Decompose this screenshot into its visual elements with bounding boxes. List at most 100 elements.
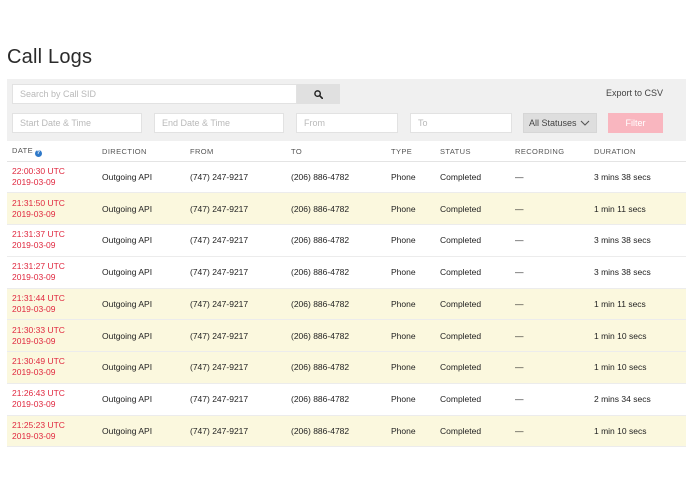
call-date[interactable]: 2019-03-09 — [12, 272, 102, 283]
from-input[interactable] — [296, 113, 398, 133]
call-time[interactable]: 21:26:43 UTC — [12, 388, 102, 399]
help-icon[interactable]: ? — [35, 149, 43, 157]
recording-cell: — — [515, 161, 594, 194]
search-button[interactable] — [297, 84, 340, 104]
export-csv-link[interactable]: Export to CSV — [606, 88, 663, 98]
table-row[interactable]: 21:25:23 UTC 2019-03-09 Outgoing API (747) … — [7, 415, 686, 448]
recording-cell: — — [515, 288, 594, 321]
table-row[interactable]: 21:31:44 UTC 2019-03-09 Outgoing API (747) … — [7, 288, 686, 321]
call-date[interactable]: 2019-03-09 — [12, 399, 102, 410]
direction-cell: Outgoing API — [102, 288, 190, 321]
search-icon — [314, 89, 323, 99]
filter-button[interactable]: Filter — [608, 113, 663, 133]
date-cell[interactable]: 21:25:23 UTC 2019-03-09 — [7, 415, 102, 448]
date-cell[interactable]: 21:31:27 UTC 2019-03-09 — [7, 256, 102, 289]
date-cell[interactable]: 22:00:30 UTC 2019-03-09 — [7, 161, 102, 194]
table-row[interactable]: 21:31:50 UTC 2019-03-09 Outgoing API (747) … — [7, 192, 686, 225]
type-cell: Phone — [391, 192, 440, 225]
start-date-input[interactable] — [12, 113, 142, 133]
call-date[interactable]: 2019-03-09 — [12, 177, 102, 188]
to-cell: (206) 886-4782 — [291, 415, 391, 448]
to-cell: (206) 886-4782 — [291, 288, 391, 321]
column-header-from: FROM — [190, 142, 291, 162]
page-title: Call Logs — [7, 46, 93, 68]
date-cell[interactable]: 21:30:33 UTC 2019-03-09 — [7, 319, 102, 352]
call-date[interactable]: 2019-03-09 — [12, 336, 102, 347]
table-row[interactable]: 21:30:49 UTC 2019-03-09 Outgoing API (747) … — [7, 351, 686, 384]
type-cell: Phone — [391, 319, 440, 352]
column-header-duration: DURATION — [594, 142, 686, 162]
date-cell[interactable]: 21:31:37 UTC 2019-03-09 — [7, 224, 102, 257]
call-date[interactable]: 2019-03-09 — [12, 209, 102, 220]
call-time[interactable]: 21:31:37 UTC — [12, 229, 102, 240]
to-cell: (206) 886-4782 — [291, 224, 391, 257]
status-cell: Completed — [440, 319, 515, 352]
status-cell: Completed — [440, 383, 515, 416]
direction-cell: Outgoing API — [102, 224, 190, 257]
type-cell: Phone — [391, 288, 440, 321]
duration-cell: 3 mins 38 secs — [594, 161, 686, 194]
direction-cell: Outgoing API — [102, 415, 190, 448]
call-time[interactable]: 21:30:49 UTC — [12, 356, 102, 367]
to-cell: (206) 886-4782 — [291, 319, 391, 352]
duration-cell: 1 min 11 secs — [594, 288, 686, 321]
filter-panel: Export to CSV All Statuses Filter — [7, 79, 686, 141]
call-time[interactable]: 22:00:30 UTC — [12, 166, 102, 177]
direction-cell: Outgoing API — [102, 161, 190, 194]
call-logs-table: DATE? DIRECTION FROM TO TYPE STATUS RECO… — [7, 142, 686, 448]
duration-cell: 3 mins 38 secs — [594, 224, 686, 257]
recording-cell: — — [515, 256, 594, 289]
table-row[interactable]: 21:30:33 UTC 2019-03-09 Outgoing API (747) … — [7, 319, 686, 352]
end-date-input[interactable] — [154, 113, 284, 133]
to-input[interactable] — [410, 113, 512, 133]
from-cell: (747) 247-9217 — [190, 288, 291, 321]
date-cell[interactable]: 21:30:49 UTC 2019-03-09 — [7, 351, 102, 384]
table-row[interactable]: 21:26:43 UTC 2019-03-09 Outgoing API (747) … — [7, 383, 686, 416]
status-cell: Completed — [440, 415, 515, 448]
from-cell: (747) 247-9217 — [190, 383, 291, 416]
duration-cell: 1 min 10 secs — [594, 415, 686, 448]
recording-cell: — — [515, 351, 594, 384]
direction-cell: Outgoing API — [102, 192, 190, 225]
type-cell: Phone — [391, 161, 440, 194]
call-time[interactable]: 21:30:33 UTC — [12, 325, 102, 336]
table-row[interactable]: 22:00:30 UTC 2019-03-09 Outgoing API (747) … — [7, 161, 686, 194]
call-date[interactable]: 2019-03-09 — [12, 240, 102, 251]
table-row[interactable]: 21:31:37 UTC 2019-03-09 Outgoing API (747) … — [7, 224, 686, 257]
call-date[interactable]: 2019-03-09 — [12, 431, 102, 442]
column-header-status: STATUS — [440, 142, 515, 162]
direction-cell: Outgoing API — [102, 383, 190, 416]
date-cell[interactable]: 21:31:50 UTC 2019-03-09 — [7, 192, 102, 225]
direction-cell: Outgoing API — [102, 256, 190, 289]
from-cell: (747) 247-9217 — [190, 224, 291, 257]
table-row[interactable]: 21:31:27 UTC 2019-03-09 Outgoing API (747) … — [7, 256, 686, 289]
to-cell: (206) 886-4782 — [291, 161, 391, 194]
status-cell: Completed — [440, 224, 515, 257]
call-time[interactable]: 21:31:50 UTC — [12, 198, 102, 209]
date-cell[interactable]: 21:31:44 UTC 2019-03-09 — [7, 288, 102, 321]
to-cell: (206) 886-4782 — [291, 256, 391, 289]
call-time[interactable]: 21:31:27 UTC — [12, 261, 102, 272]
duration-cell: 1 min 10 secs — [594, 319, 686, 352]
to-cell: (206) 886-4782 — [291, 351, 391, 384]
recording-cell: — — [515, 383, 594, 416]
call-time[interactable]: 21:31:44 UTC — [12, 293, 102, 304]
column-header-to: TO — [291, 142, 391, 162]
type-cell: Phone — [391, 415, 440, 448]
from-cell: (747) 247-9217 — [190, 192, 291, 225]
call-date[interactable]: 2019-03-09 — [12, 304, 102, 315]
column-header-recording: RECORDING — [515, 142, 594, 162]
type-cell: Phone — [391, 383, 440, 416]
direction-cell: Outgoing API — [102, 351, 190, 384]
date-cell[interactable]: 21:26:43 UTC 2019-03-09 — [7, 383, 102, 416]
from-cell: (747) 247-9217 — [190, 256, 291, 289]
status-select[interactable]: All Statuses — [523, 113, 597, 133]
status-cell: Completed — [440, 351, 515, 384]
from-cell: (747) 247-9217 — [190, 319, 291, 352]
recording-cell: — — [515, 192, 594, 225]
column-header-date[interactable]: DATE? — [7, 142, 102, 162]
from-cell: (747) 247-9217 — [190, 351, 291, 384]
call-time[interactable]: 21:25:23 UTC — [12, 420, 102, 431]
call-date[interactable]: 2019-03-09 — [12, 367, 102, 378]
search-input[interactable] — [12, 84, 297, 104]
